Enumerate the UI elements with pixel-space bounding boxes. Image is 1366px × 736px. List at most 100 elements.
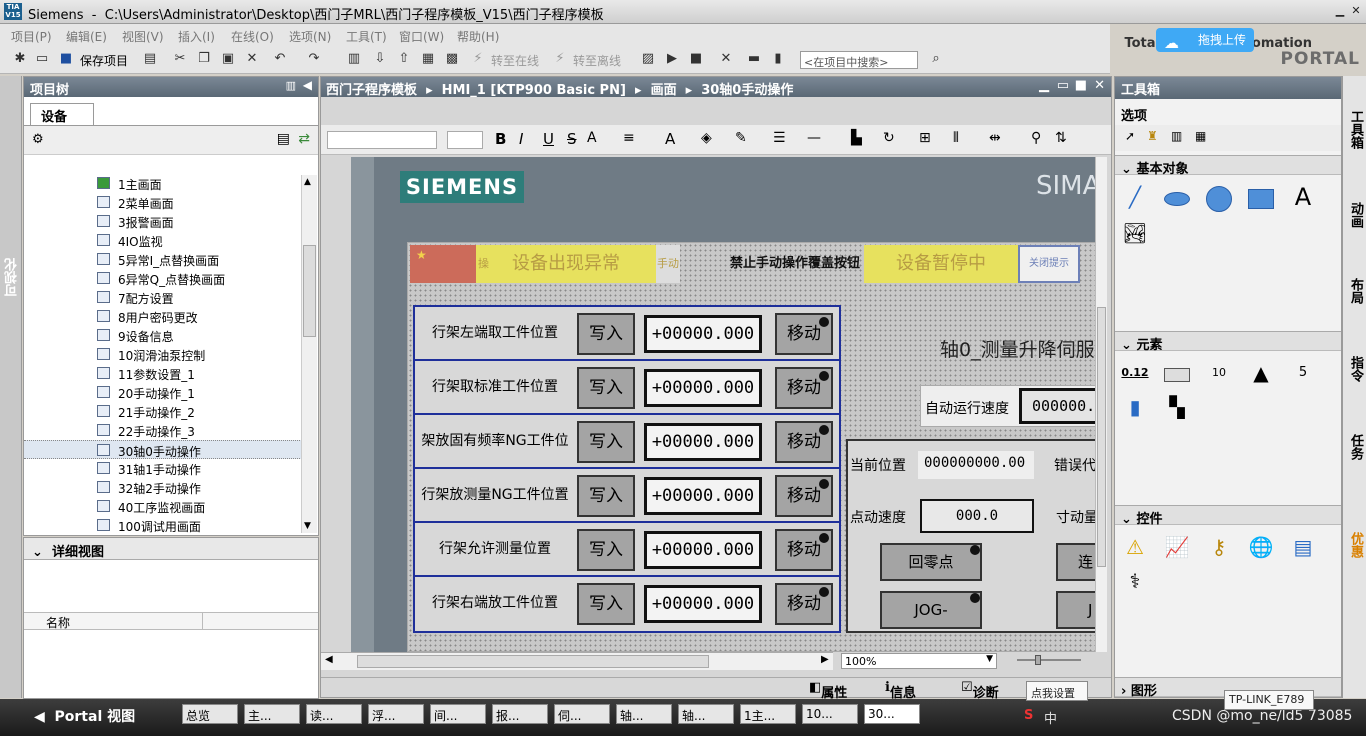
tree-config-icon[interactable]: ⚙ — [32, 132, 44, 147]
tree-item[interactable]: 2菜单画面 — [24, 193, 302, 212]
format-painter-icon[interactable]: ⚲ — [1031, 130, 1041, 146]
image-tool-icon[interactable]: 🏞 — [1121, 219, 1149, 247]
tree-item[interactable]: 32轴2手动操作 — [24, 478, 302, 497]
tree-item[interactable]: 8用户密码更改 — [24, 307, 302, 326]
manual-indicator[interactable]: 手动 — [656, 245, 680, 283]
visualization-side-tab[interactable]: 可视化 — [0, 76, 22, 698]
tree-item[interactable]: 21手动操作_2 — [24, 402, 302, 421]
menu-help[interactable]: 帮助(H) — [457, 28, 499, 45]
go-offline-icon[interactable]: ⚡ — [552, 51, 568, 67]
move-button[interactable]: 移动 — [775, 367, 833, 409]
order-icon[interactable]: ⇅ — [1055, 130, 1067, 146]
accessible-devices-icon[interactable]: ▨ — [640, 51, 656, 67]
write-button[interactable]: 写入 — [577, 313, 635, 355]
flag-image[interactable]: ★ — [410, 245, 476, 283]
detail-view-header[interactable]: ⌄ 详细视图 — [24, 538, 318, 560]
portal-view-button[interactable]: ◀ Portal 视图 — [34, 706, 135, 726]
crumb-screens[interactable]: 画面 — [651, 83, 677, 98]
menu-view[interactable]: 视图(V) — [122, 28, 164, 45]
go-online-button[interactable]: 转至在线 — [491, 52, 539, 69]
tree-item[interactable]: 11参数设置_1 — [24, 364, 302, 383]
line-width-icon[interactable]: ☰ — [773, 130, 786, 146]
fill-color-icon[interactable]: ◈ — [701, 130, 712, 146]
close-alarm-button[interactable]: 关闭提示 — [1018, 245, 1080, 283]
switch-icon[interactable]: ▚ — [1163, 393, 1191, 421]
trend-view-icon[interactable]: 📈 — [1163, 533, 1191, 561]
canvas-hscroll[interactable]: ◀ ▶ — [321, 652, 833, 670]
rotate-icon[interactable]: ↻ — [883, 130, 895, 146]
editor-task-button[interactable]: 读... — [306, 704, 362, 724]
crumb-screen[interactable]: 30轴0手动操作 — [701, 83, 793, 98]
graphic-io-icon[interactable]: ▲ — [1247, 359, 1275, 387]
pointer-icon[interactable]: ➚ — [1125, 129, 1135, 143]
alarm-abnormal-text[interactable]: 操 设备出现异常 — [476, 245, 656, 283]
save-project-button[interactable]: 保存项目 — [80, 52, 128, 69]
tree-item[interactable]: 5异常I_点替换画面 — [24, 250, 302, 269]
move-button[interactable]: 移动 — [775, 529, 833, 571]
redo-icon[interactable]: ↷ — [306, 51, 322, 67]
editor-task-button[interactable]: 轴... — [616, 704, 672, 724]
copy-icon[interactable]: ❐ — [196, 51, 212, 67]
tab-properties[interactable]: ◧ 属性 — [809, 680, 847, 701]
position-value-field[interactable]: +00000.000 — [644, 315, 762, 353]
position-value-field[interactable]: +00000.000 — [644, 531, 762, 569]
menu-insert[interactable]: 插入(I) — [178, 28, 215, 45]
editor-minimize-icon[interactable]: ▁ — [1039, 78, 1049, 93]
canvas-vscroll[interactable] — [1095, 157, 1107, 652]
text-tool-icon[interactable]: A — [1289, 183, 1317, 211]
basic-objects-section[interactable]: ⌄ 基本对象 — [1115, 155, 1341, 177]
tab-toolbox[interactable]: 工具箱 — [1346, 110, 1365, 149]
tab-promo[interactable]: 优惠 — [1346, 532, 1365, 558]
position-value-field[interactable]: +00000.000 — [644, 585, 762, 623]
symbolic-io-icon[interactable]: 10 — [1205, 359, 1233, 387]
continuous-button[interactable]: 连 — [1056, 543, 1096, 581]
delete-icon[interactable]: ✕ — [244, 51, 260, 67]
tree-item[interactable]: 4IO监视 — [24, 231, 302, 250]
user-icon[interactable]: ♜ — [1147, 129, 1158, 143]
line-color-icon[interactable]: ✎ — [735, 130, 747, 146]
circle-tool-icon[interactable] — [1205, 183, 1233, 212]
tab-instructions[interactable]: 指令 — [1346, 356, 1365, 382]
simulate-icon[interactable]: ▦ — [420, 51, 436, 67]
move-button[interactable]: 移动 — [775, 583, 833, 625]
jog-speed-field[interactable]: 000.0 — [920, 499, 1034, 533]
line-style-icon[interactable]: — — [807, 130, 821, 146]
compile-icon[interactable]: ▥ — [346, 51, 362, 67]
tree-item[interactable]: 30轴0手动操作 — [24, 440, 302, 459]
tree-item[interactable]: 31轴1手动操作 — [24, 459, 302, 478]
tree-scroll-thumb[interactable] — [303, 245, 316, 337]
split-horizontal-icon[interactable]: ▬ — [746, 51, 762, 67]
jog-plus-button[interactable]: J — [1056, 591, 1096, 629]
move-button[interactable]: 移动 — [775, 421, 833, 463]
library-icon[interactable]: ▥ — [1171, 129, 1182, 143]
close-window-button[interactable]: ✕ — [1348, 3, 1364, 19]
devices-tab[interactable]: 设备 — [30, 103, 94, 125]
design-canvas[interactable]: SIEMENS SIMA ★ 操 设备出现异常 手动 禁止手动操作覆盖按钮 设备… — [351, 157, 1096, 652]
user-view-icon[interactable]: ⚷ — [1205, 533, 1233, 561]
download-icon[interactable]: ⇩ — [372, 51, 388, 67]
editor-task-button[interactable]: 1主... — [740, 704, 796, 724]
rectangle-tool-icon[interactable] — [1247, 183, 1275, 211]
tab-animation[interactable]: 动画 — [1346, 202, 1365, 228]
position-value-field[interactable]: +00000.000 — [644, 423, 762, 461]
upload-icon[interactable]: ⇧ — [396, 51, 412, 67]
canvas-hscroll-thumb[interactable] — [357, 655, 709, 668]
size-match-icon[interactable]: ⇹ — [989, 130, 1001, 146]
html-browser-icon[interactable]: 🌐 — [1247, 533, 1275, 561]
elements-section[interactable]: ⌄ 元素 — [1115, 331, 1341, 353]
text-size-icon[interactable]: A — [587, 130, 597, 146]
io-field-icon[interactable]: 0.12 — [1121, 359, 1149, 387]
home-button[interactable]: 回零点 — [880, 543, 982, 581]
font-color-icon[interactable]: A — [665, 130, 675, 148]
write-button[interactable]: 写入 — [577, 421, 635, 463]
tree-item[interactable]: 9设备信息 — [24, 326, 302, 345]
go-offline-button[interactable]: 转至离线 — [573, 52, 621, 69]
go-online-icon[interactable]: ⚡ — [470, 51, 486, 67]
distribute-icon[interactable]: ⫴ — [953, 130, 959, 146]
zoom-slider-handle[interactable] — [1035, 655, 1041, 665]
underline-icon[interactable]: U — [543, 130, 554, 148]
bar-icon[interactable]: ▮ — [1121, 393, 1149, 421]
crumb-hmi[interactable]: HMI_1 [KTP900 Basic PN] — [442, 83, 626, 98]
arrange-icon[interactable]: ▙ — [851, 130, 862, 146]
tree-item[interactable]: 3报警画面 — [24, 212, 302, 231]
